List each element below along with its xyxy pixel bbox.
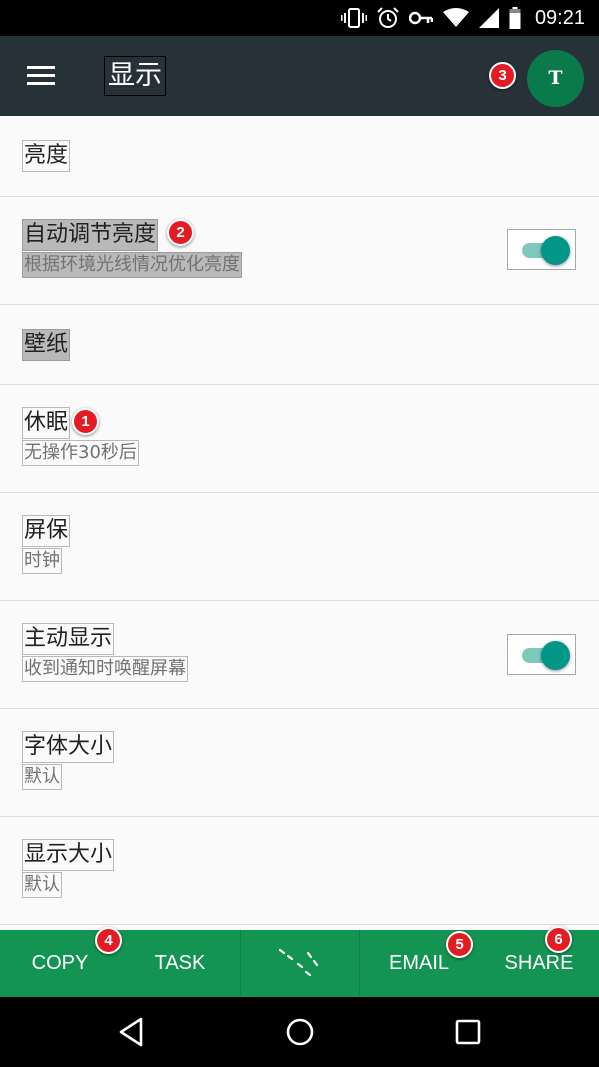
setting-sleep[interactable]: 休眠 无操作30秒后 bbox=[0, 385, 599, 493]
setting-subtitle: 无操作30秒后 bbox=[22, 440, 139, 466]
setting-title: 屏保 bbox=[22, 515, 71, 547]
wifi-icon bbox=[442, 8, 469, 28]
hamburger-menu-icon[interactable] bbox=[27, 66, 55, 86]
divider bbox=[240, 930, 241, 997]
setting-title: 亮度 bbox=[22, 140, 71, 172]
setting-subtitle: 时钟 bbox=[22, 548, 62, 574]
setting-ambient-display[interactable]: 主动显示 收到通知时唤醒屏幕 bbox=[0, 601, 599, 709]
setting-title: 显示大小 bbox=[22, 839, 115, 871]
setting-subtitle: 收到通知时唤醒屏幕 bbox=[22, 656, 188, 682]
setting-brightness[interactable]: 亮度 bbox=[0, 116, 599, 197]
back-icon[interactable] bbox=[113, 1014, 149, 1050]
share-button[interactable]: SHARE bbox=[479, 930, 599, 997]
setting-font-size[interactable]: 字体大小 默认 bbox=[0, 709, 599, 817]
drag-handle-icon[interactable] bbox=[270, 944, 330, 984]
settings-list: 亮度 自动调节亮度 根据环境光线情况优化亮度 壁纸 休眠 无操作30秒后 屏保 … bbox=[0, 116, 599, 930]
system-nav-bar bbox=[0, 997, 599, 1067]
badge-5: 5 bbox=[446, 931, 473, 958]
setting-title: 自动调节亮度 bbox=[22, 219, 159, 251]
battery-icon bbox=[509, 7, 521, 29]
setting-display-size[interactable]: 显示大小 默认 bbox=[0, 817, 599, 925]
setting-title: 字体大小 bbox=[22, 731, 115, 763]
task-button[interactable]: TASK bbox=[120, 930, 240, 997]
toggle-thumb bbox=[541, 236, 570, 265]
badge-6: 6 bbox=[545, 926, 572, 953]
cellular-signal-icon bbox=[478, 8, 499, 28]
status-time: 09:21 bbox=[534, 6, 585, 29]
setting-subtitle: 默认 bbox=[22, 764, 62, 790]
setting-title: 主动显示 bbox=[22, 623, 115, 655]
setting-title: 休眠 bbox=[22, 407, 71, 439]
toggle-thumb bbox=[541, 641, 570, 670]
setting-subtitle: 默认 bbox=[22, 872, 62, 898]
vibrate-icon bbox=[340, 7, 367, 29]
avatar[interactable]: T bbox=[527, 50, 584, 107]
setting-auto-brightness[interactable]: 自动调节亮度 根据环境光线情况优化亮度 bbox=[0, 197, 599, 305]
setting-title: 壁纸 bbox=[22, 329, 71, 361]
badge-3: 3 bbox=[489, 62, 516, 89]
action-bar: COPY TASK EMAIL SHARE bbox=[0, 930, 599, 997]
page-title: 显示 bbox=[104, 56, 166, 96]
setting-wallpaper[interactable]: 壁纸 bbox=[0, 305, 599, 385]
badge-2: 2 bbox=[167, 219, 194, 246]
alarm-icon bbox=[377, 7, 399, 29]
setting-subtitle: 根据环境光线情况优化亮度 bbox=[22, 252, 242, 278]
ambient-display-toggle[interactable] bbox=[507, 634, 576, 675]
setting-screensaver[interactable]: 屏保 时钟 bbox=[0, 493, 599, 601]
auto-brightness-toggle[interactable] bbox=[507, 229, 576, 270]
badge-4: 4 bbox=[95, 927, 122, 954]
home-icon[interactable] bbox=[282, 1014, 318, 1050]
vpn-key-icon bbox=[408, 11, 433, 25]
recents-icon[interactable] bbox=[450, 1014, 486, 1050]
badge-1: 1 bbox=[72, 408, 99, 435]
status-bar: 09:21 bbox=[0, 0, 599, 36]
